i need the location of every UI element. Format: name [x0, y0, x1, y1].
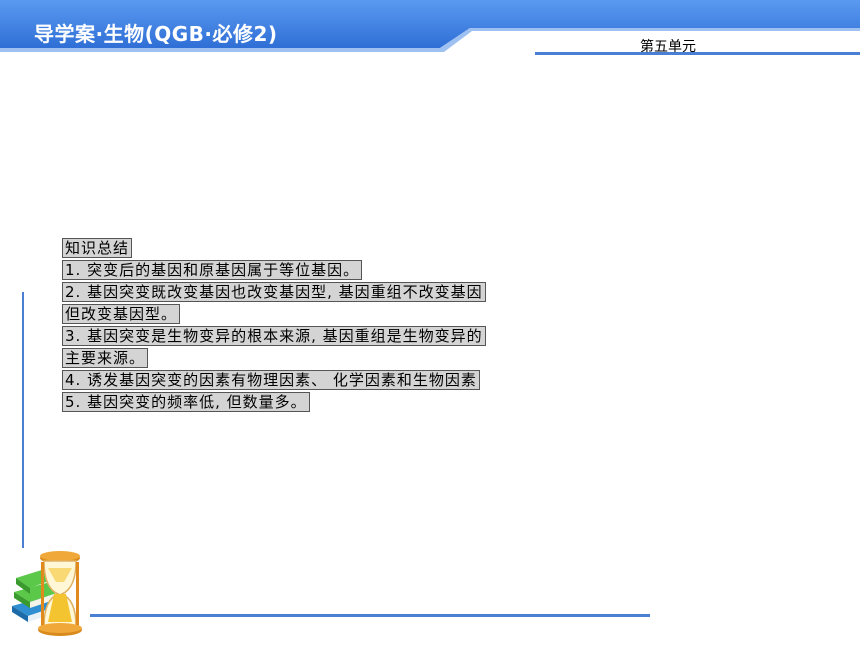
summary-line: 1. 突变后的基因和原基因属于等位基因。	[62, 260, 363, 280]
unit-label: 第五单元	[640, 39, 696, 55]
hourglass-books-icon	[12, 551, 82, 636]
bottom-accent-line	[90, 614, 650, 617]
slide: 导学案·生物(QGB·必修2) 第五单元 知识总结 1. 突变后的基因和原基因属…	[0, 0, 860, 645]
knowledge-summary: 知识总结 1. 突变后的基因和原基因属于等位基因。 2. 基因突变既改变基因也改…	[62, 238, 802, 414]
summary-heading: 知识总结	[62, 238, 133, 258]
summary-line: 但改变基因型。	[62, 304, 181, 324]
left-accent-line	[22, 292, 24, 548]
summary-line: 3. 基因突变是生物变异的根本来源, 基因重组是生物变异的	[62, 326, 486, 346]
page-title: 导学案·生物(QGB·必修2)	[34, 22, 278, 46]
summary-line: 4. 诱发基因突变的因素有物理因素、 化学因素和生物因素	[62, 370, 480, 390]
summary-line: 2. 基因突变既改变基因也改变基因型, 基因重组不改变基因	[62, 282, 486, 302]
summary-line: 主要来源。	[62, 348, 149, 368]
summary-line: 5. 基因突变的频率低, 但数量多。	[62, 392, 310, 412]
